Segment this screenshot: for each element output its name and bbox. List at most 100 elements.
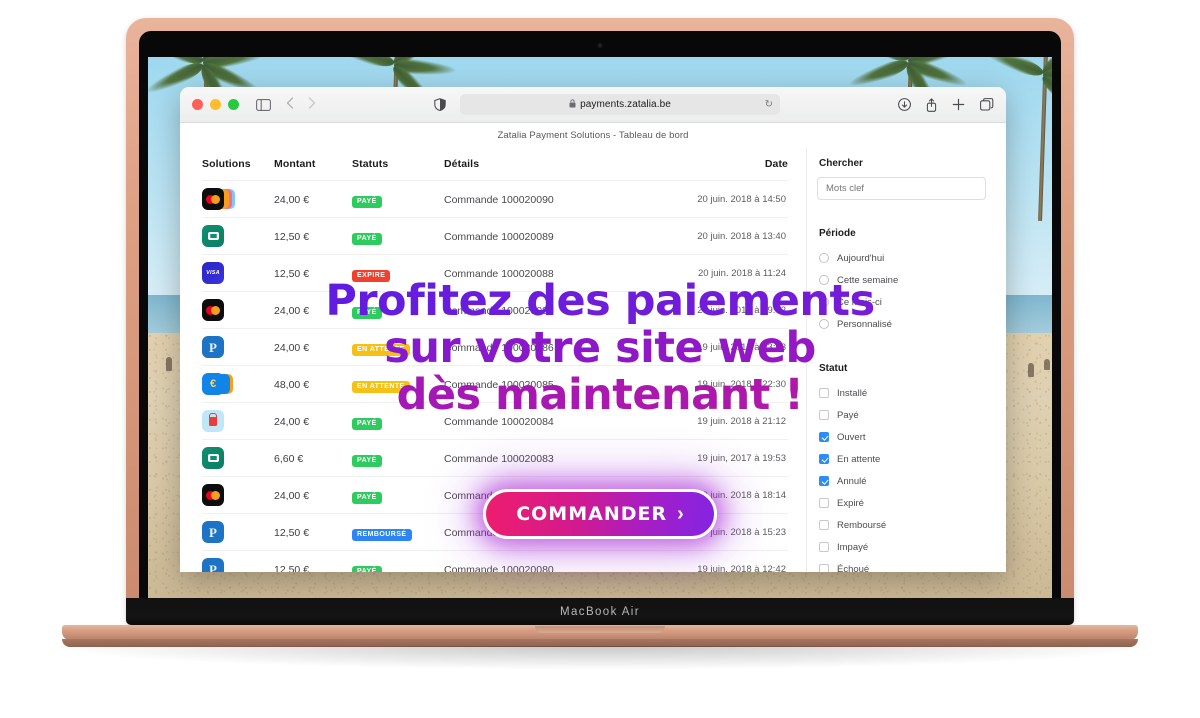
status-badge: REMBOURSÉ: [352, 528, 412, 541]
cell-solution: VISA: [202, 254, 274, 292]
commander-button[interactable]: COMMANDER ›: [483, 489, 717, 539]
radio-button[interactable]: [819, 253, 829, 263]
checkbox[interactable]: [819, 432, 829, 442]
status-badge: PAYÉ: [352, 491, 382, 504]
periode-options-list: Aujourd'hui Cette semaine Ce mois-ci Person…: [817, 247, 986, 335]
tab-overview-icon[interactable]: [980, 98, 994, 111]
periode-option[interactable]: Cette semaine: [819, 269, 986, 291]
table-row[interactable]: €48,00 € EN ATTENTE Commande 100020085 19 j…: [202, 365, 788, 403]
checkbox[interactable]: [819, 476, 829, 486]
search-input[interactable]: [817, 177, 986, 200]
column-header-solutions: Solutions: [202, 158, 251, 170]
beach-figure: [166, 357, 172, 371]
status-badge: PAYÉ: [352, 306, 382, 319]
option-label: Ouvert: [837, 431, 866, 443]
solution-icon-secure: [202, 410, 238, 432]
checkbox[interactable]: [819, 454, 829, 464]
share-icon[interactable]: [926, 97, 937, 112]
cell-solution: [202, 439, 274, 477]
cell-status: PAYÉ: [352, 180, 444, 218]
cell-status: PAYÉ: [352, 217, 444, 255]
periode-option[interactable]: Aujourd'hui: [819, 247, 986, 269]
statut-option[interactable]: Impayé: [819, 536, 986, 558]
statut-option[interactable]: Payé: [819, 404, 986, 426]
table-row[interactable]: 12,50 € PAYÉ Commande 100020089 20 juin. 20…: [202, 217, 788, 255]
url-text: payments.zatalia.be: [580, 99, 671, 110]
cell-date: 20 juin. 2018 à 09:42: [658, 291, 788, 329]
cell-solution: [202, 180, 274, 218]
table-row[interactable]: P 24,00 € EN ATTENTE Commande 100020086 19 j…: [202, 328, 788, 366]
cell-solution: [202, 291, 274, 329]
minimize-window-button[interactable]: [210, 99, 221, 110]
option-label: Échoué: [837, 563, 870, 573]
checkbox[interactable]: [819, 388, 829, 398]
back-chevron-icon[interactable]: [286, 96, 294, 114]
statut-option[interactable]: En attente: [819, 448, 986, 470]
option-label: Payé: [837, 409, 859, 421]
table-row[interactable]: 24,00 € PAYÉ Commande 100020087 20 juin. 20…: [202, 291, 788, 329]
statut-option[interactable]: Remboursé: [819, 514, 986, 536]
option-label: Installé: [837, 387, 868, 399]
close-window-button[interactable]: [192, 99, 203, 110]
checkbox[interactable]: [819, 498, 829, 508]
checkbox[interactable]: [819, 564, 829, 572]
column-header-statuts: Statuts: [352, 158, 389, 170]
window-traffic-lights[interactable]: [192, 99, 239, 110]
url-bar[interactable]: payments.zatalia.be ↻: [460, 94, 780, 115]
mastercard-icon: [202, 188, 224, 210]
status-badge: EN ATTENTE: [352, 380, 410, 393]
address-bar-area: payments.zatalia.be ↻: [325, 94, 889, 115]
solution-icon-visa: VISA: [202, 262, 238, 284]
table-row[interactable]: 24,00 € PAYÉ Commande 100020090 20 juin. 20…: [202, 180, 788, 218]
cell-date: 19 juin. 2018 à 21:12: [658, 402, 788, 440]
cell-amount: 24,00 €: [274, 402, 352, 440]
checkbox[interactable]: [819, 542, 829, 552]
statut-option[interactable]: Installé: [819, 382, 986, 404]
option-label: Aujourd'hui: [837, 252, 885, 264]
facetime-camera: [597, 43, 603, 48]
table-row[interactable]: P 12,50 € PAYÉ Commande 100020080 19 juin. 2…: [202, 550, 788, 572]
checkbox[interactable]: [819, 520, 829, 530]
macbook-lid: payments.zatalia.be ↻ Zatalia Payment So…: [126, 18, 1074, 625]
table-row[interactable]: VISA 12,50 € EXPIRE Commande 100020088 20 ju…: [202, 254, 788, 292]
cell-date: 19 juin. 2018 à 12:42: [658, 550, 788, 572]
table-row[interactable]: 24,00 € PAYÉ Commande 100020084 19 juin. 20…: [202, 402, 788, 440]
toolbar-right-icons: [898, 97, 994, 112]
statut-option[interactable]: Ouvert: [819, 426, 986, 448]
plus-icon[interactable]: [952, 98, 965, 111]
cell-details: Commande 100020088: [444, 254, 658, 292]
status-badge: PAYÉ: [352, 232, 382, 245]
desktop: payments.zatalia.be ↻ Zatalia Payment So…: [148, 57, 1052, 599]
status-badge: PAYÉ: [352, 417, 382, 430]
option-label: Remboursé: [837, 519, 887, 531]
sidebar-icon[interactable]: [256, 98, 271, 111]
maximize-window-button[interactable]: [228, 99, 239, 110]
statut-option[interactable]: Expiré: [819, 492, 986, 514]
periode-option[interactable]: Ce mois-ci: [819, 291, 986, 313]
reload-icon[interactable]: ↻: [765, 99, 773, 110]
radio-button[interactable]: [819, 297, 829, 307]
cell-details: Commande 100020085: [444, 365, 658, 403]
download-icon[interactable]: [898, 98, 911, 111]
privacy-shield-icon[interactable]: [434, 98, 446, 111]
option-label: Ce mois-ci: [837, 296, 882, 308]
statut-option[interactable]: Échoué: [819, 558, 986, 572]
safari-toolbar: payments.zatalia.be ↻: [180, 87, 1006, 123]
checkbox[interactable]: [819, 410, 829, 420]
table-row[interactable]: 6,60 € PAYÉ Commande 100020083 19 juin, 201…: [202, 439, 788, 477]
column-header-montant: Montant: [274, 158, 316, 170]
radio-button[interactable]: [819, 275, 829, 285]
solution-icon-mastercard: [202, 299, 238, 321]
cell-amount: 12,50 €: [274, 254, 352, 292]
forward-chevron-icon[interactable]: [308, 96, 316, 114]
periode-option[interactable]: Personnalisé: [819, 313, 986, 335]
cell-amount: 6,60 €: [274, 439, 352, 477]
cell-amount: 24,00 €: [274, 291, 352, 329]
cell-amount: 12,50 €: [274, 217, 352, 255]
cell-status: EN ATTENTE: [352, 328, 444, 366]
navigation-arrows[interactable]: [286, 96, 316, 114]
column-header-date: Date: [764, 158, 788, 170]
beach-figure: [1028, 363, 1034, 377]
radio-button[interactable]: [819, 319, 829, 329]
statut-option[interactable]: Annulé: [819, 470, 986, 492]
